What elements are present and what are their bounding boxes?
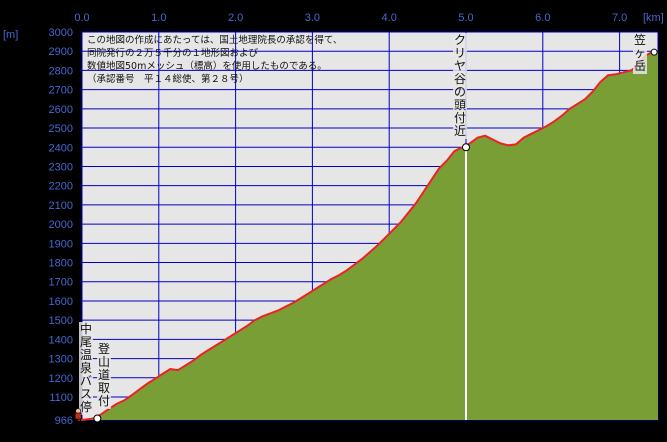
y-tick-label: 1900 <box>49 238 73 250</box>
y-tick-label: 1800 <box>49 258 73 270</box>
y-tick-label: 3000 <box>49 27 73 39</box>
x-axis-unit: [km] <box>643 12 664 24</box>
waypoint-label-char: ヤ <box>454 59 466 73</box>
waypoint-label-char: の <box>454 85 466 99</box>
waypoint-label-char: 付 <box>98 394 110 408</box>
y-tick-label: 1600 <box>49 296 73 308</box>
waypoint-label-char: 温 <box>80 348 92 362</box>
waypoint-marker <box>650 48 658 56</box>
x-tick-label: 2.0 <box>228 12 243 24</box>
waypoint-label-char: バ <box>80 374 92 388</box>
waypoint-label-4: 笠ヶ岳 <box>633 32 647 74</box>
y-tick-label: 2100 <box>49 200 73 212</box>
waypoint-label-1: 中尾温泉バス停 <box>79 321 93 415</box>
waypoint-label-char: 尾 <box>80 335 92 349</box>
y-tick-label: 2200 <box>49 181 73 193</box>
y-tick-label: 1300 <box>49 354 73 366</box>
hiker-body <box>74 412 82 420</box>
annotation-line-4: （承認番号 平１４総使、第２８号） <box>87 73 249 85</box>
y-tick-label: 2400 <box>49 142 73 154</box>
waypoint-label-char: 泉 <box>80 361 92 375</box>
y-tick-label: 2700 <box>49 85 73 97</box>
y-tick-label: 2500 <box>49 123 73 135</box>
y-tick-label: 2800 <box>49 65 73 77</box>
waypoint-label-char: 中 <box>80 321 92 336</box>
y-tick-label: 1400 <box>49 334 73 346</box>
x-tick-label: 4.0 <box>382 12 397 24</box>
x-tick-label: 0.0 <box>74 12 89 24</box>
chart-svg: 3000 2900 2800 2700 2600 2500 2400 2300 2200 2100… <box>0 0 667 442</box>
y-tick-label: 1200 <box>49 373 73 385</box>
waypoint-label-char: 岳 <box>634 59 646 73</box>
waypoint-label-char: ヶ <box>634 46 646 60</box>
y-tick-label: 2600 <box>49 104 73 116</box>
x-tick-label: 1.0 <box>151 12 166 24</box>
annotation-line-2: 同院発行の２万５千分の１地形図および <box>87 47 259 59</box>
elevation-profile-chart: 3000 2900 2800 2700 2600 2500 2400 2300 2200 2100… <box>0 0 667 442</box>
y-axis-unit: [m] <box>3 29 18 41</box>
x-tick-label: 3.0 <box>305 12 320 24</box>
y-tick-label: 1100 <box>49 392 73 404</box>
waypoint-label-char: 登 <box>98 341 110 356</box>
waypoint-label-2: 登山道取付 <box>97 341 111 409</box>
waypoint-marker <box>93 414 102 423</box>
waypoint-label-char: 停 <box>80 399 92 414</box>
waypoint-marker <box>462 143 470 152</box>
y-tick-label: 2900 <box>49 46 73 58</box>
annotation-line-3: 数値地図50mメッシュ（標高）を使用したものである。 <box>87 60 327 72</box>
waypoint-label-char: 取 <box>98 381 110 395</box>
y-tick-label: 2000 <box>49 219 73 231</box>
waypoint-label-char: ク <box>454 33 466 47</box>
waypoint-label-char: 近 <box>454 124 466 138</box>
waypoint-label-char: 谷 <box>454 72 466 86</box>
waypoint-label-char: ス <box>80 387 92 401</box>
x-tick-label: 7.0 <box>612 12 627 24</box>
waypoint-label-char: 道 <box>98 368 110 382</box>
y-tick-label: 1500 <box>49 315 73 327</box>
y-tick-label: 2300 <box>49 161 73 173</box>
waypoint-label-char: 笠 <box>634 32 646 47</box>
waypoint-label-char: 頭 <box>454 98 466 112</box>
waypoint-label-3: クリヤ谷の頭付近 <box>453 33 467 139</box>
y-tick-label-base: 966 <box>55 415 73 427</box>
x-tick-label: 6.0 <box>535 12 550 24</box>
annotation-line-1: この地図の作成にあたっては、国土地理院長の承認を得て、 <box>87 34 342 46</box>
x-tick-label: 5.0 <box>458 12 473 24</box>
waypoint-label-char: 付 <box>454 111 466 125</box>
waypoint-label-char: 山 <box>98 355 110 369</box>
y-tick-label: 1700 <box>49 277 73 289</box>
waypoint-label-char: リ <box>454 46 466 60</box>
